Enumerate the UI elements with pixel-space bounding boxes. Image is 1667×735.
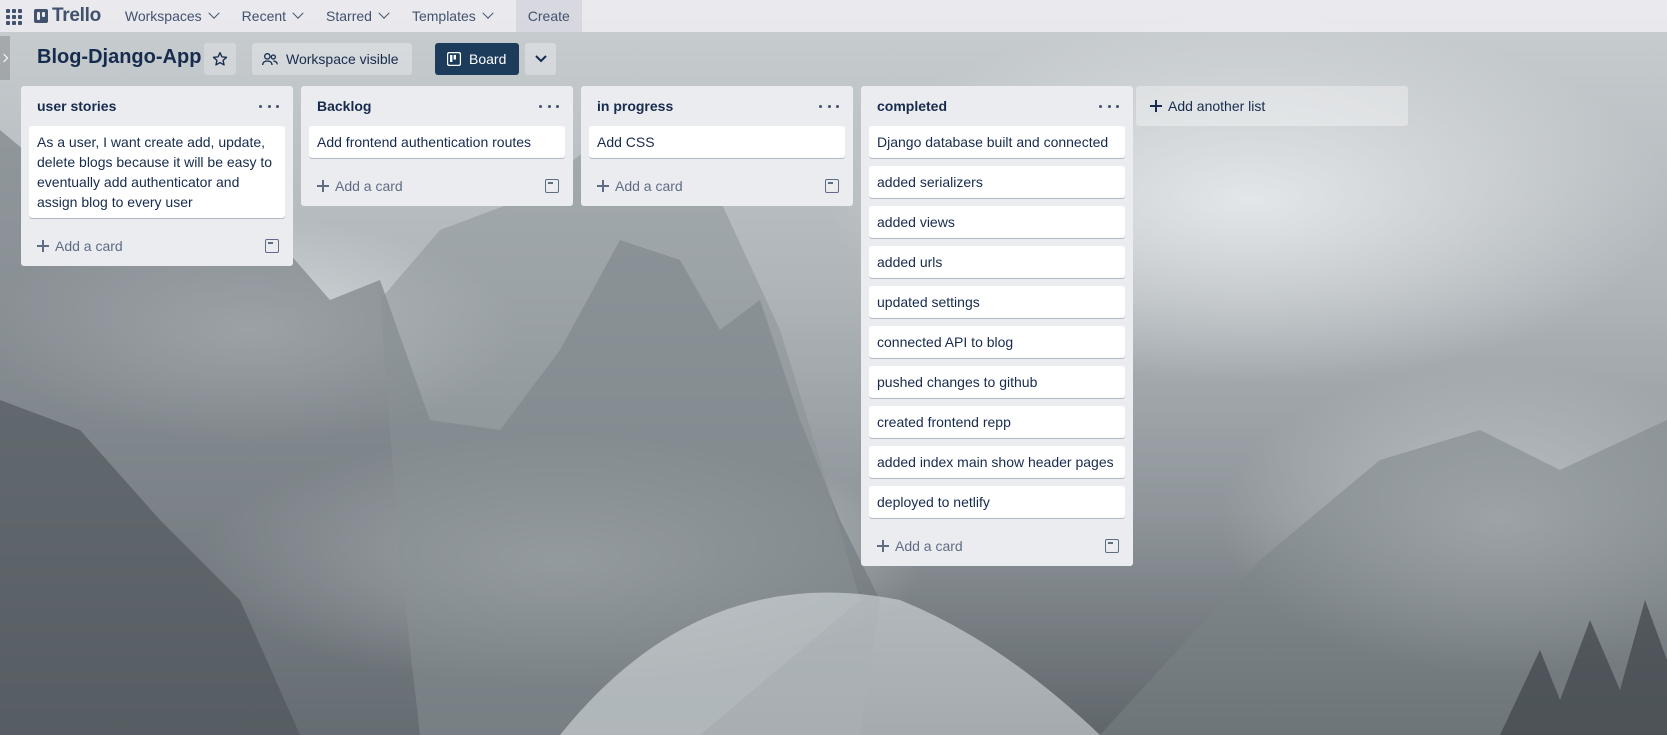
list-title[interactable]: user stories: [37, 98, 116, 114]
board-view-icon: [447, 52, 461, 66]
card[interactable]: connected API to blog: [869, 326, 1125, 358]
plus-icon: [317, 180, 329, 192]
card-container: Add CSS: [581, 126, 853, 158]
list-header[interactable]: in progress: [581, 86, 853, 126]
card[interactable]: pushed changes to github: [869, 366, 1125, 398]
card[interactable]: added urls: [869, 246, 1125, 278]
list-title[interactable]: completed: [877, 98, 947, 114]
list-user-stories: user stories As a user, I want create ad…: [21, 86, 293, 266]
card[interactable]: As a user, I want create add, update, de…: [29, 126, 285, 218]
recent-menu-button[interactable]: Recent: [230, 0, 314, 32]
add-card-button[interactable]: Add a card: [301, 166, 573, 206]
customize-views-button[interactable]: [525, 43, 556, 75]
star-board-button[interactable]: [204, 43, 236, 75]
add-card-label: Add a card: [55, 238, 123, 254]
card-container: As a user, I want create add, update, de…: [21, 126, 293, 218]
list-header[interactable]: user stories: [21, 86, 293, 126]
list-title[interactable]: Backlog: [317, 98, 371, 114]
card-container: Add frontend authentication routes: [301, 126, 573, 158]
card[interactable]: added index main show header pages: [869, 446, 1125, 478]
card-template-icon[interactable]: [825, 179, 839, 193]
list-menu-icon[interactable]: [259, 97, 279, 115]
chevron-down-icon: [208, 7, 220, 19]
board-header: Blog-Django-App Workspace visible Board: [0, 36, 1667, 80]
starred-label: Starred: [326, 8, 372, 24]
chevron-down-icon: [482, 7, 494, 19]
add-card-button[interactable]: Add a card: [581, 166, 853, 206]
add-card-button[interactable]: Add a card: [861, 526, 1133, 566]
star-icon: [212, 52, 228, 66]
list-in-progress: in progress Add CSS Add a card: [581, 86, 853, 206]
chevron-down-icon: [378, 7, 390, 19]
list-title[interactable]: in progress: [597, 98, 673, 114]
add-card-label: Add a card: [895, 538, 963, 554]
plus-icon: [1150, 100, 1162, 112]
card[interactable]: Django database built and connected: [869, 126, 1125, 158]
add-card-label: Add a card: [335, 178, 403, 194]
templates-label: Templates: [411, 8, 476, 24]
starred-menu-button[interactable]: Starred: [314, 0, 400, 32]
plus-icon: [597, 180, 609, 192]
list-completed: completed Django database built and conn…: [861, 86, 1133, 566]
card[interactable]: updated settings: [869, 286, 1125, 318]
templates-menu-button[interactable]: Templates: [400, 0, 504, 32]
workspaces-label: Workspaces: [124, 8, 202, 24]
add-another-list-button[interactable]: Add another list: [1136, 86, 1408, 126]
board-title[interactable]: Blog-Django-App: [37, 46, 201, 69]
card[interactable]: added serializers: [869, 166, 1125, 198]
board-view-label: Board: [469, 51, 507, 67]
list-header[interactable]: Backlog: [301, 86, 573, 126]
plus-icon: [877, 540, 889, 552]
workspace-visibility-button[interactable]: Workspace visible: [252, 43, 412, 75]
chevron-down-icon: [292, 7, 304, 19]
list-menu-icon[interactable]: [819, 97, 839, 115]
create-button[interactable]: Create: [515, 0, 582, 32]
card[interactable]: added views: [869, 206, 1125, 238]
list-backlog: Backlog Add frontend authentication rout…: [301, 86, 573, 206]
card[interactable]: Add CSS: [589, 126, 845, 158]
sidebar-expand-icon[interactable]: [0, 36, 10, 80]
add-card-label: Add a card: [615, 178, 683, 194]
card-template-icon[interactable]: [545, 179, 559, 193]
card[interactable]: deployed to netlify: [869, 486, 1125, 518]
chevron-down-icon: [534, 55, 547, 63]
card[interactable]: created frontend repp: [869, 406, 1125, 438]
trello-logo-text: Trello: [52, 5, 101, 26]
add-another-list-label: Add another list: [1168, 98, 1266, 114]
card[interactable]: Add frontend authentication routes: [309, 126, 565, 158]
app-switcher-icon[interactable]: [4, 7, 22, 25]
trello-logo-icon: [34, 9, 48, 23]
card-template-icon[interactable]: [265, 239, 279, 253]
workspaces-menu-button[interactable]: Workspaces: [113, 0, 230, 32]
card-template-icon[interactable]: [1105, 539, 1119, 553]
add-card-button[interactable]: Add a card: [21, 226, 293, 266]
card-container: Django database built and connected adde…: [861, 126, 1133, 518]
list-header[interactable]: completed: [861, 86, 1133, 126]
plus-icon: [37, 240, 49, 252]
recent-label: Recent: [241, 8, 287, 24]
list-menu-icon[interactable]: [1099, 97, 1119, 115]
workspace-visibility-label: Workspace visible: [286, 51, 399, 67]
trello-logo[interactable]: Trello: [34, 5, 101, 27]
board-view-button[interactable]: Board: [435, 43, 519, 75]
people-icon: [262, 53, 278, 66]
top-navigation-bar: Trello Workspaces Recent Starred Templat…: [0, 0, 1667, 32]
list-menu-icon[interactable]: [539, 97, 559, 115]
